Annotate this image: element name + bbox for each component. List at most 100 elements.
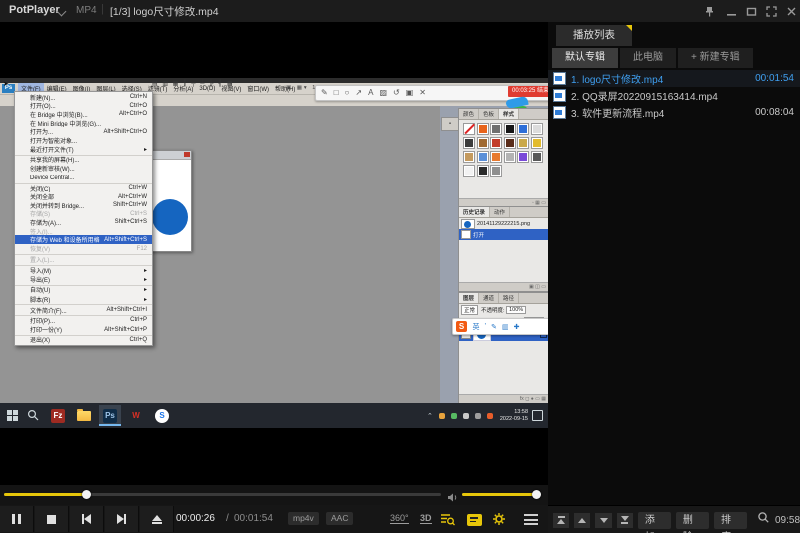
move-up-button[interactable]: [574, 513, 590, 528]
playlist-search-button-2[interactable]: [757, 511, 770, 529]
playlist-subtab[interactable]: 默认专辑: [552, 48, 618, 68]
file-menu-item[interactable]: 在 Mini Bridge 中浏览(G)...: [15, 119, 152, 128]
recorder-tool-icon[interactable]: ▣: [406, 87, 414, 99]
panel-tab[interactable]: 色板: [479, 109, 499, 119]
ps-document-titlebar[interactable]: [149, 151, 191, 160]
style-swatch[interactable]: [477, 165, 489, 177]
view-360-button[interactable]: 360°: [390, 513, 409, 524]
move-bottom-button[interactable]: [617, 513, 633, 528]
panel-tab[interactable]: 颜色: [459, 109, 479, 119]
taskbar-search-button[interactable]: [27, 409, 39, 423]
panel-tab[interactable]: 动作: [490, 207, 510, 217]
title-bar[interactable]: PotPlayer MP4 | [1/3] logo尺寸修改.mp4: [0, 0, 800, 23]
file-menu-item[interactable]: 存储为(A)... Shift+Ctrl+S: [15, 218, 152, 227]
playlist-search-button[interactable]: [440, 513, 455, 531]
file-menu-item[interactable]: 打印(P)... Ctrl+P: [15, 316, 152, 325]
file-menu-item[interactable]: 打印一份(Y) Alt+Shift+Ctrl+P: [15, 325, 152, 336]
tray-icon[interactable]: [487, 413, 493, 419]
history-step-row[interactable]: 打开: [459, 229, 549, 240]
start-button[interactable]: [7, 410, 18, 421]
opacity-value[interactable]: 100%: [506, 306, 526, 314]
style-swatch[interactable]: [477, 137, 489, 149]
style-swatch[interactable]: [531, 123, 543, 135]
ps-align-icons[interactable]: ▤ ▥ ▦ ┃ ╤ ╧ ╟ ╢ ▩: [152, 80, 234, 87]
notification-center-icon[interactable]: [532, 410, 543, 421]
panel-tab[interactable]: 样式: [499, 109, 519, 119]
playlist-subtab[interactable]: + 新建专辑: [678, 48, 753, 68]
ime-toolbar-icon[interactable]: ✎: [491, 323, 497, 331]
style-swatch[interactable]: [490, 123, 502, 135]
pin-button[interactable]: [700, 3, 718, 19]
panel-tab[interactable]: 历史记录: [459, 207, 490, 217]
move-tool-icon[interactable]: ➤: [3, 80, 9, 88]
style-swatch[interactable]: [504, 123, 516, 135]
style-swatch[interactable]: [517, 137, 529, 149]
panel-tab[interactable]: 图层: [459, 293, 479, 303]
next-button[interactable]: [105, 506, 139, 532]
view-3d-button[interactable]: 3D: [420, 513, 432, 524]
playlist-item[interactable]: 1. logo尺寸修改.mp4 00:01:54: [548, 70, 800, 87]
file-menu-item[interactable]: 打开(O)... Ctrl+O: [15, 102, 152, 111]
style-swatch[interactable]: [490, 151, 502, 163]
sogou-s-icon[interactable]: S: [456, 321, 467, 332]
ime-toolbar-icon[interactable]: ’: [485, 323, 487, 330]
style-swatch[interactable]: [463, 123, 475, 135]
ime-toolbar-icon[interactable]: ▥: [502, 323, 509, 331]
subtitle-button[interactable]: [467, 514, 482, 526]
style-swatch[interactable]: [517, 151, 529, 163]
fullscreen-button[interactable]: [762, 3, 780, 19]
volume-bar[interactable]: [462, 493, 540, 496]
video-area[interactable]: Ps 文件(F)编辑(E)图像(I)图层(L)选择(S)滤镜(T)分析(A)3D…: [0, 22, 548, 485]
file-menu-item[interactable]: 新建(N)... Ctrl+N: [15, 93, 152, 102]
settings-button[interactable]: [492, 512, 506, 531]
file-menu-item[interactable]: 文件简介(F)... Alt+Shift+Ctrl+I: [15, 305, 152, 316]
file-menu-item[interactable]: 关闭全部 Alt+Ctrl+W: [15, 192, 152, 201]
panel-tab[interactable]: 路径: [499, 293, 519, 303]
style-swatch[interactable]: [463, 165, 475, 177]
history-snapshot-row[interactable]: 20141129222215.png: [459, 218, 549, 229]
close-button[interactable]: [782, 3, 800, 19]
recorder-tool-icon[interactable]: ↗: [355, 87, 362, 99]
ps-document-window[interactable]: [148, 150, 192, 252]
tray-icon[interactable]: [451, 413, 457, 419]
file-menu-item[interactable]: 存储为 Web 和设备所用格式(D)... Alt+Shift+Ctrl+S: [15, 235, 152, 244]
style-swatch[interactable]: [477, 123, 489, 135]
sort-button[interactable]: 排序: [714, 512, 747, 529]
file-menu-item[interactable]: 自动(U) ▸: [15, 286, 152, 295]
tray-icon[interactable]: [475, 413, 481, 419]
file-menu-item[interactable]: 退出(X) Ctrl+Q: [15, 336, 152, 345]
file-menu-item[interactable]: 导入(M) ▸: [15, 266, 152, 275]
close-icon[interactable]: [184, 152, 190, 157]
taskbar-app-button[interactable]: Ps: [99, 405, 121, 426]
taskbar-app-button[interactable]: W: [125, 405, 147, 426]
tray-expand-icon[interactable]: ⌃: [427, 412, 433, 420]
previous-button[interactable]: [70, 506, 104, 532]
recorder-tool-icon[interactable]: ○: [345, 87, 350, 99]
move-top-button[interactable]: [553, 513, 569, 528]
file-menu-item[interactable]: 最近打开文件(T) ▸: [15, 145, 152, 156]
recorder-tool-icon[interactable]: □: [334, 87, 339, 99]
recorder-tool-icon[interactable]: A: [368, 87, 373, 99]
panel-tab[interactable]: 通道: [479, 293, 499, 303]
playlist-item[interactable]: 2. QQ录屏20220915163414.mp4: [548, 87, 800, 104]
maximize-button[interactable]: [742, 3, 760, 19]
recorder-tool-icon[interactable]: ▨: [379, 87, 387, 99]
file-menu-item[interactable]: Device Central...: [15, 173, 152, 184]
style-swatch[interactable]: [490, 165, 502, 177]
tray-icon[interactable]: [463, 413, 469, 419]
file-menu-item[interactable]: 共享我的屏幕(H)...: [15, 156, 152, 165]
delete-button[interactable]: 删除: [676, 512, 709, 529]
file-menu-item[interactable]: 置入(L)...: [15, 255, 152, 266]
recorder-tool-icon[interactable]: ✎: [321, 87, 328, 99]
style-swatch[interactable]: [463, 137, 475, 149]
style-swatch[interactable]: [463, 151, 475, 163]
panel-collapse-button[interactable]: ▪: [441, 117, 459, 131]
file-menu-item[interactable]: 创建新审核(W)...: [15, 164, 152, 173]
layers-panel-footer[interactable]: fx ◻ ● ▭ ▦: [459, 394, 549, 403]
style-swatch[interactable]: [531, 151, 543, 163]
file-menu-item[interactable]: 打开为智能对象...: [15, 136, 152, 145]
tab-playlist[interactable]: 播放列表: [556, 25, 632, 46]
history-panel-footer[interactable]: ▣ ◫ ▭: [459, 282, 549, 291]
style-swatch[interactable]: [504, 151, 516, 163]
taskbar-clock[interactable]: 13:58 2022-09-15: [500, 409, 528, 422]
